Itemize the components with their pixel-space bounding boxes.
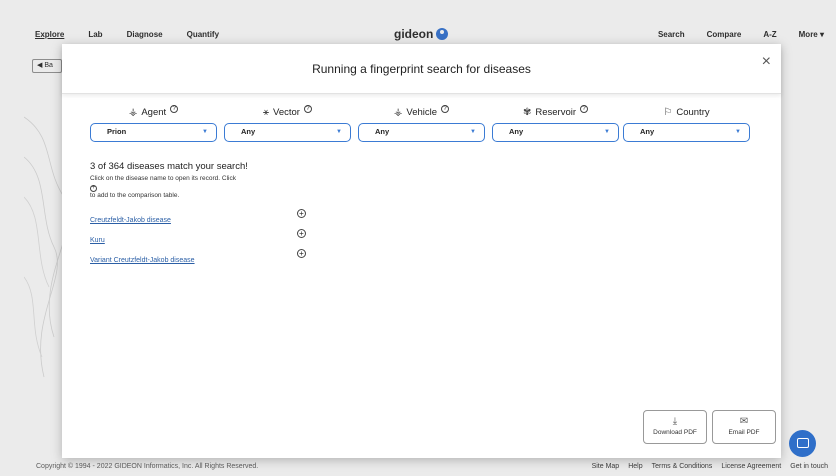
modal-title: Running a fingerprint search for disease… — [312, 62, 531, 76]
instruction-line-2: to add to the comparison table. — [90, 192, 180, 199]
results-panel: 3 of 364 diseases match your search! Cli… — [90, 161, 390, 269]
filter-agent: ⚶ Agent ? Prion ▼ — [90, 104, 217, 142]
download-pdf-label: Download PDF — [653, 429, 697, 436]
filter-label-text: Country — [676, 106, 710, 118]
email-pdf-label: Email PDF — [728, 429, 760, 436]
instructions: Click on the disease name to open its re… — [90, 175, 390, 201]
instruction-line-1: Click on the disease name to open its re… — [90, 175, 236, 182]
filter-label-text: Agent — [141, 106, 167, 118]
download-icon: ⤓ — [672, 416, 678, 427]
vehicle-select[interactable]: Any ▼ — [358, 123, 485, 142]
select-value: Any — [640, 127, 655, 136]
filter-label: ⚶ Agent ? — [90, 104, 217, 120]
plus-circle-icon: + — [90, 184, 97, 192]
flag-icon: ⚐ — [663, 106, 673, 118]
filter-label: ⚶ Vehicle ? — [358, 104, 485, 120]
disease-link[interactable]: Variant Creutzfeldt-Jakob disease — [90, 257, 195, 264]
close-icon[interactable]: × — [762, 53, 771, 71]
fingerprint-search-modal: Running a fingerprint search for disease… — [62, 44, 781, 458]
filter-label: ⚐ Country — [623, 104, 750, 120]
filter-label-text: Vector — [273, 106, 300, 118]
add-to-compare-button[interactable]: + — [297, 248, 306, 258]
mail-icon: ✉ — [739, 416, 749, 427]
chevron-down-icon: ▼ — [470, 129, 476, 135]
filter-label-text: Reservoir — [535, 106, 577, 118]
chevron-down-icon: ▼ — [202, 129, 208, 135]
chevron-down-icon: ▼ — [336, 129, 342, 135]
result-count: 3 of 364 diseases match your search! — [90, 161, 248, 172]
list-item: Variant Creutzfeldt-Jakob disease + — [90, 248, 390, 269]
chat-button[interactable] — [789, 430, 816, 457]
filter-reservoir: ✾ Reservoir ? Any ▼ — [492, 104, 619, 142]
download-pdf-button[interactable]: ⤓ Download PDF — [643, 410, 707, 444]
filter-vehicle: ⚶ Vehicle ? Any ▼ — [358, 104, 485, 142]
filter-country: ⚐ Country Any ▼ — [623, 104, 750, 142]
help-icon[interactable]: ? — [170, 105, 179, 113]
vector-select[interactable]: Any ▼ — [224, 123, 351, 142]
help-icon[interactable]: ? — [580, 105, 589, 113]
vehicle-icon: ⚶ — [393, 106, 403, 118]
disease-link[interactable]: Creutzfeldt-Jakob disease — [90, 217, 171, 224]
country-select[interactable]: Any ▼ — [623, 123, 750, 142]
email-pdf-button[interactable]: ✉ Email PDF — [712, 410, 776, 444]
list-item: Kuru + — [90, 228, 390, 249]
select-value: Any — [509, 127, 524, 136]
filter-label-text: Vehicle — [406, 106, 438, 118]
reservoir-select[interactable]: Any ▼ — [492, 123, 619, 142]
agent-icon: ⚶ — [128, 106, 138, 118]
reservoir-icon: ✾ — [522, 106, 532, 118]
select-value: Any — [241, 127, 256, 136]
list-item: Creutzfeldt-Jakob disease + — [90, 208, 390, 229]
disease-link[interactable]: Kuru — [90, 237, 105, 244]
help-icon[interactable]: ? — [441, 105, 450, 113]
add-to-compare-button[interactable]: + — [297, 228, 306, 238]
select-value: Prion — [107, 127, 127, 136]
add-to-compare-button[interactable]: + — [297, 208, 306, 218]
help-icon[interactable]: ? — [303, 105, 312, 113]
vector-icon: ⚹ — [263, 106, 270, 118]
chevron-down-icon: ▼ — [735, 129, 741, 135]
chevron-down-icon: ▼ — [604, 129, 610, 135]
disease-list: Creutzfeldt-Jakob disease + Kuru + Varia… — [90, 208, 390, 269]
agent-select[interactable]: Prion ▼ — [90, 123, 217, 142]
filter-bar: ⚶ Agent ? Prion ▼ ⚹ Vector ? Any ▼ ⚶ Veh… — [90, 104, 753, 144]
filter-vector: ⚹ Vector ? Any ▼ — [224, 104, 351, 142]
filter-label: ✾ Reservoir ? — [492, 104, 619, 120]
select-value: Any — [375, 127, 390, 136]
filter-label: ⚹ Vector ? — [224, 104, 351, 120]
modal-header: Running a fingerprint search for disease… — [62, 44, 781, 94]
